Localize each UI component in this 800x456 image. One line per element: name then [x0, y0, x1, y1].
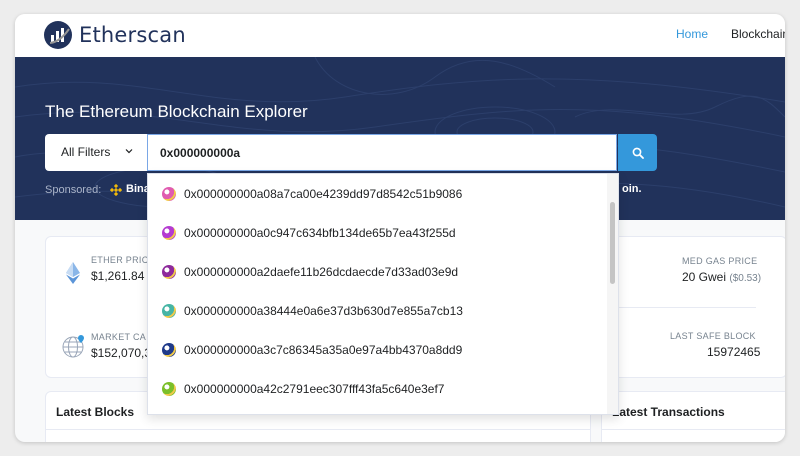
- nav-home-link[interactable]: Home: [676, 27, 708, 41]
- latest-transactions-card: Latest Transactions: [601, 391, 785, 442]
- search-input[interactable]: [147, 134, 617, 171]
- etherscan-logo-icon: [44, 21, 72, 49]
- suggestion-item[interactable]: 0x000000000a42c2791eec307fff43fa5c640e3e…: [148, 369, 606, 408]
- globe-icon: [62, 335, 84, 358]
- stat-divider: [606, 307, 756, 308]
- address-avatar-icon: [162, 226, 176, 240]
- search-suggestions-dropdown: 0x000000000a08a7ca00e4239dd97d8542c51b90…: [147, 173, 619, 415]
- market-cap-value: $152,070,3: [91, 346, 152, 360]
- nav-blockchain-menu[interactable]: Blockchain: [731, 27, 785, 41]
- suggestion-address: 0x000000000a08a7ca00e4239dd97d8542c51b90…: [184, 187, 463, 201]
- sponsored-label: Sponsored:: [45, 184, 102, 196]
- address-avatar-icon: [162, 382, 176, 396]
- med-gas-price-label: MED GAS PRICE: [682, 256, 758, 266]
- ethereum-icon: [66, 262, 80, 284]
- logo-text: Etherscan: [79, 23, 186, 47]
- filter-label: All Filters: [61, 145, 111, 159]
- page-title: The Ethereum Blockchain Explorer: [45, 102, 308, 121]
- suggestion-item[interactable]: 0x000000000a3c7c86345a35a0e97a4bb4370a8d…: [148, 330, 606, 369]
- search-icon: [632, 147, 644, 159]
- search-bar: All Filters: [45, 134, 657, 171]
- med-gas-gwei: 20 Gwei: [682, 270, 727, 284]
- ether-price-value: $1,261.84: [91, 269, 145, 283]
- latest-blocks-title: Latest Blocks: [56, 405, 135, 419]
- etherscan-logo[interactable]: Etherscan: [43, 20, 186, 50]
- suggestion-item[interactable]: 0x000000000a2daefe11b26dcdaecde7d33ad03e…: [148, 252, 606, 291]
- suggestion-item[interactable]: 0x000000000a38444e0a6e37d3b630d7e855a7cb…: [148, 291, 606, 330]
- dropdown-scrollbar-thumb[interactable]: [610, 202, 615, 284]
- top-navbar: Etherscan Home Blockchain: [15, 14, 785, 58]
- address-avatar-icon: [162, 304, 176, 318]
- suggestion-item[interactable]: 0x000000000a08a7ca00e4239dd97d8542c51b90…: [148, 174, 606, 213]
- address-avatar-icon: [162, 265, 176, 279]
- suggestion-address: 0x000000000a42c2791eec307fff43fa5c640e3e…: [184, 382, 445, 396]
- med-gas-usd: ($0.53): [729, 273, 762, 284]
- latest-transactions-title: Latest Transactions: [612, 405, 725, 419]
- address-avatar-icon: [162, 343, 176, 357]
- chevron-down-icon: [125, 149, 133, 154]
- filter-dropdown[interactable]: All Filters: [45, 134, 148, 171]
- search-button[interactable]: [618, 134, 657, 171]
- ether-price-label: ETHER PRIC: [91, 255, 149, 265]
- last-safe-block-label: LAST SAFE BLOCK: [670, 331, 756, 341]
- card-divider: [46, 429, 590, 430]
- suggestion-item[interactable]: 0x000000000a0c947c634bfb134de65b7ea43f25…: [148, 213, 606, 252]
- address-avatar-icon: [162, 187, 176, 201]
- card-divider: [602, 429, 785, 430]
- last-safe-block-value[interactable]: 15972465: [707, 345, 760, 359]
- med-gas-price-value: 20 Gwei ($0.53): [682, 270, 761, 284]
- suggestion-address: 0x000000000a3c7c86345a35a0e97a4bb4370a8d…: [184, 343, 463, 357]
- binance-logo-icon: [110, 184, 122, 196]
- market-cap-label: MARKET CA: [91, 332, 147, 342]
- browser-viewport: Etherscan Home Blockchain The Ethereum B…: [15, 14, 785, 442]
- suggestion-address: 0x000000000a2daefe11b26dcdaecde7d33ad03e…: [184, 265, 459, 279]
- suggestion-address: 0x000000000a38444e0a6e37d3b630d7e855a7cb…: [184, 304, 463, 318]
- suggestion-address: 0x000000000a0c947c634bfb134de65b7ea43f25…: [184, 226, 456, 240]
- sponsored-link-tail[interactable]: oin.: [622, 183, 642, 195]
